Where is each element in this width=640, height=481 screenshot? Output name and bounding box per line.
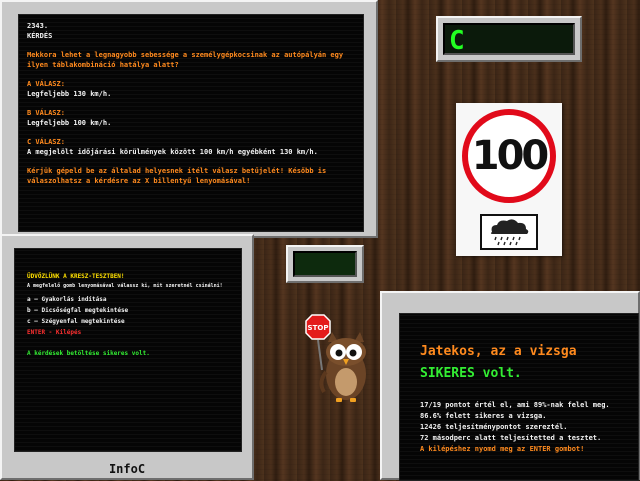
- answer-display-value: C: [449, 26, 465, 56]
- question-panel: 2343. KÉRDÉS Mekkora lehet a legnagyobb …: [0, 0, 378, 238]
- menu-label-practice: Gyakorlás indítása: [41, 296, 107, 303]
- menu-label-hall-of-fame: Dicsőségfal megtekintése: [41, 307, 129, 314]
- load-status: A kérdések betöltése sikeres volt.: [27, 350, 150, 357]
- question-number: 2343.: [27, 22, 49, 30]
- result-score-line: 17/19 pontot értél el, ami 89%-nak felel…: [420, 401, 610, 409]
- answer-a-text: Legfeljebb 130 km/h.: [27, 90, 112, 98]
- mini-display-frame: [286, 245, 364, 283]
- answer-instruction: Kérjük gépeld be az általad helyesnek ít…: [27, 167, 327, 185]
- owl-mascot: STOP: [302, 312, 378, 408]
- answer-a-label: A VÁLASZ:: [27, 80, 65, 88]
- traffic-sign-card: 100: [456, 103, 562, 256]
- speed-limit-sign: 100: [462, 109, 556, 203]
- intro-screen: ÜDVÖZLÜNK A KRESZ-TESZTBEN! A megfelelő …: [14, 248, 242, 452]
- intro-panel: ÜDVÖZLÜNK A KRESZ-TESZTBEN! A megfelelő …: [0, 234, 254, 480]
- question-text: Mekkora lehet a legnagyobb sebessége a s…: [27, 51, 344, 69]
- mini-display: [293, 251, 357, 277]
- question-heading: KÉRDÉS: [27, 32, 53, 40]
- rain-cloud-icon: [480, 214, 538, 250]
- answer-b-text: Legfeljebb 100 km/h.: [27, 119, 112, 127]
- result-points-line: 12426 teljesítménypontot szereztél.: [420, 423, 568, 431]
- brand-label: InfoC: [108, 462, 146, 476]
- answer-c-text: A megjelölt időjárási körülmények között…: [27, 148, 318, 156]
- intro-subtitle: A megfelelő gomb lenyomásával válassz ki…: [27, 283, 223, 289]
- menu-key-a: a: [27, 296, 31, 303]
- result-title: Jatekos, az a vizsga: [420, 344, 577, 359]
- menu-item-hall-of-shame[interactable]: c – Szégyenfal megtekintése: [27, 316, 229, 327]
- answer-b-label: B VÁLASZ:: [27, 109, 65, 117]
- menu-label-hall-of-shame: Szégyenfal megtekintése: [41, 318, 125, 325]
- result-status: SIKERES volt.: [420, 366, 522, 381]
- result-exit-prompt: A kilépéshez nyomd meg az ENTER gombot!: [420, 445, 585, 453]
- menu-item-hall-of-fame[interactable]: b – Dicsőségfal megtekintése: [27, 305, 229, 316]
- result-screen: Jatekos, az a vizsga SIKERES volt. 17/19…: [399, 313, 639, 481]
- menu-key-b: b: [27, 307, 31, 314]
- menu-key-c: c: [27, 318, 31, 325]
- stop-sign-text: STOP: [308, 324, 329, 332]
- menu-item-practice[interactable]: a – Gyakorlás indítása: [27, 294, 229, 305]
- result-threshold-line: 86.6% felett sikeres a vizsga.: [420, 412, 547, 420]
- speed-limit-value: 100: [471, 133, 550, 179]
- intro-greeting: ÜDVÖZLÜNK A KRESZ-TESZTBEN!: [27, 273, 125, 280]
- answer-c-label: C VÁLASZ:: [27, 138, 65, 146]
- answer-display: C: [443, 23, 575, 56]
- result-time-line: 72 másodperc alatt teljesítetted a teszt…: [420, 434, 602, 442]
- answer-display-frame: C: [436, 16, 582, 62]
- menu-item-exit[interactable]: ENTER - Kilépés: [27, 327, 229, 338]
- question-screen: 2343. KÉRDÉS Mekkora lehet a legnagyobb …: [18, 14, 364, 232]
- result-panel: Jatekos, az a vizsga SIKERES volt. 17/19…: [380, 291, 640, 481]
